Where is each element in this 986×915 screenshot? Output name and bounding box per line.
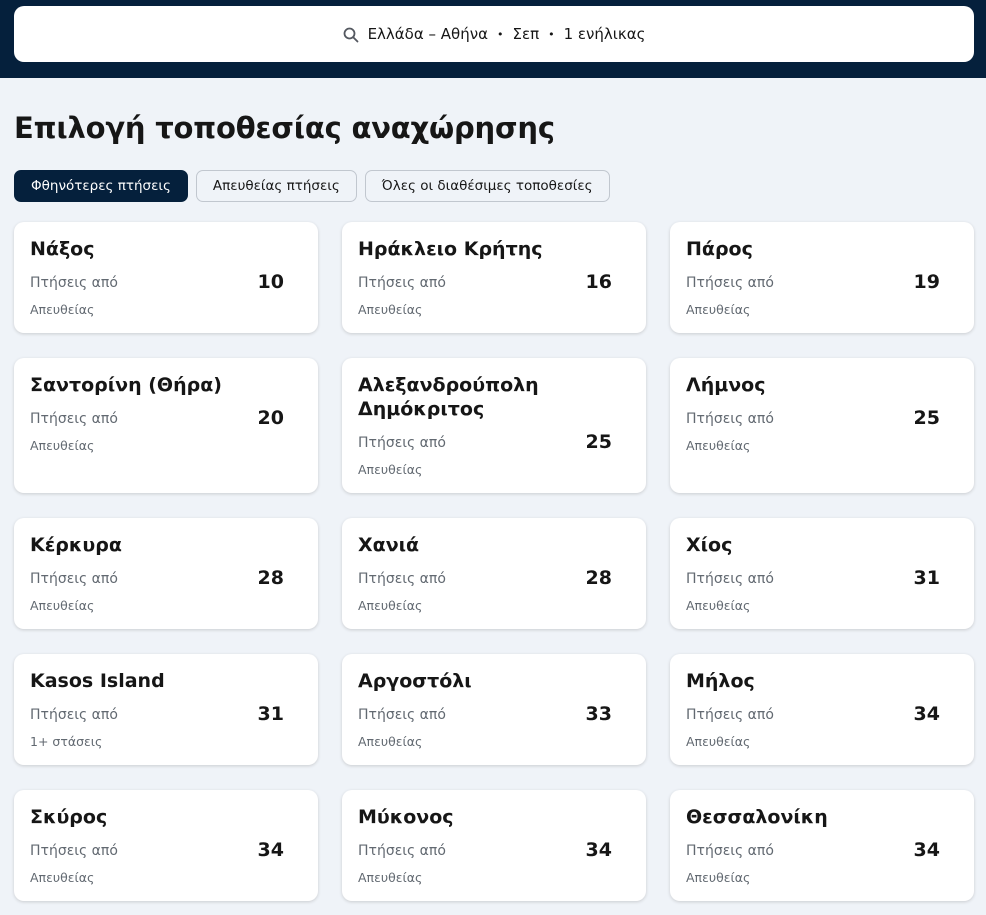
stops-label: Απευθείας — [686, 302, 751, 317]
flights-from-label: Πτήσεις από — [30, 571, 118, 587]
price-fade — [940, 704, 948, 724]
stops-label: Απευθείας — [30, 438, 95, 453]
destination-card[interactable]: Ηράκλειο Κρήτης Πτήσεις από 16 Απευθείας — [342, 222, 646, 333]
destination-card[interactable]: Σκύρος Πτήσεις από 34 Απευθείας — [14, 790, 318, 901]
price-fade — [612, 704, 620, 724]
stops-label: Απευθείας — [358, 598, 423, 613]
flights-from-label: Πτήσεις από — [686, 843, 774, 859]
top-header-bar: Ελλάδα – Αθήνα • Σεπ • 1 ενήλικας — [0, 0, 986, 78]
price-fade — [284, 840, 292, 860]
destination-card[interactable]: Μήλος Πτήσεις από 34 Απευθείας — [670, 654, 974, 765]
flights-from-label: Πτήσεις από — [358, 707, 446, 723]
destination-card[interactable]: Σαντορίνη (Θήρα) Πτήσεις από 20 Απευθεία… — [14, 358, 318, 493]
destination-price: 20 — [257, 407, 284, 429]
stops-label: Απευθείας — [30, 302, 95, 317]
destination-price: 25 — [585, 431, 612, 453]
price-fade — [284, 704, 292, 724]
stops-label: Απευθείας — [30, 598, 95, 613]
destination-card[interactable]: Χανιά Πτήσεις από 28 Απευθείας — [342, 518, 646, 629]
separator-dot: • — [497, 27, 504, 41]
destination-name: Νάξος — [30, 238, 95, 260]
search-destination: Ελλάδα – Αθήνα — [367, 25, 488, 43]
destination-card[interactable]: Kasos Island Πτήσεις από 31 1+ στάσεις — [14, 654, 318, 765]
flights-from-label: Πτήσεις από — [358, 843, 446, 859]
destination-name: Χίος — [686, 534, 733, 556]
search-summary-box[interactable]: Ελλάδα – Αθήνα • Σεπ • 1 ενήλικας — [14, 6, 974, 62]
destination-name: Λήμνος — [686, 374, 766, 396]
search-icon — [343, 27, 358, 42]
page-title: Επιλογή τοποθεσίας αναχώρησης — [14, 111, 555, 145]
destination-card[interactable]: Αργοστόλι Πτήσεις από 33 Απευθείας — [342, 654, 646, 765]
destination-price: 34 — [913, 703, 940, 725]
destination-price: 10 — [257, 271, 284, 293]
flights-from-label: Πτήσεις από — [686, 411, 774, 427]
flights-from-label: Πτήσεις από — [30, 843, 118, 859]
flights-from-label: Πτήσεις από — [686, 275, 774, 291]
price-fade — [940, 568, 948, 588]
destination-price: 19 — [913, 271, 940, 293]
search-month: Σεπ — [512, 25, 540, 43]
destination-price: 31 — [913, 567, 940, 589]
stops-label: Απευθείας — [686, 598, 751, 613]
stops-label: Απευθείας — [358, 462, 423, 477]
destination-name: Kasos Island — [30, 670, 165, 692]
destination-price: 33 — [585, 703, 612, 725]
destination-price: 31 — [257, 703, 284, 725]
destination-price: 16 — [585, 271, 612, 293]
destination-name: Μήλος — [686, 670, 755, 692]
stops-label: Απευθείας — [686, 734, 751, 749]
destination-card[interactable]: Νάξος Πτήσεις από 10 Απευθείας — [14, 222, 318, 333]
destination-name: Σκύρος — [30, 806, 108, 828]
destination-card[interactable]: Χίος Πτήσεις από 31 Απευθείας — [670, 518, 974, 629]
flights-from-label: Πτήσεις από — [358, 275, 446, 291]
destination-name: Μύκονος — [358, 806, 454, 828]
flights-from-label: Πτήσεις από — [358, 435, 446, 451]
destination-price: 34 — [585, 839, 612, 861]
destination-name: Κέρκυρα — [30, 534, 122, 556]
destination-card[interactable]: Αλεξανδρούπολη Δημόκριτος Πτήσεις από 25… — [342, 358, 646, 493]
destination-card[interactable]: Πάρος Πτήσεις από 19 Απευθείας — [670, 222, 974, 333]
destination-name: Χανιά — [358, 534, 420, 556]
filter-tabs: Φθηνότερες πτήσεις Απευθείας πτήσεις Όλε… — [14, 170, 610, 202]
search-travellers: 1 ενήλικας — [563, 25, 646, 43]
destination-price: 28 — [257, 567, 284, 589]
stops-label: Απευθείας — [30, 870, 95, 885]
destination-card[interactable]: Κέρκυρα Πτήσεις από 28 Απευθείας — [14, 518, 318, 629]
destination-price: 34 — [913, 839, 940, 861]
flights-from-label: Πτήσεις από — [30, 275, 118, 291]
destination-name: Ηράκλειο Κρήτης — [358, 238, 543, 260]
separator-dot: • — [548, 27, 555, 41]
stops-label: Απευθείας — [358, 870, 423, 885]
destination-price: 25 — [913, 407, 940, 429]
tab-all-locations[interactable]: Όλες οι διαθέσιμες τοποθεσίες — [364, 170, 610, 202]
destination-price: 28 — [585, 567, 612, 589]
destination-name: Σαντορίνη (Θήρα) — [30, 374, 222, 396]
destination-card[interactable]: Μύκονος Πτήσεις από 34 Απευθείας — [342, 790, 646, 901]
destination-card[interactable]: Λήμνος Πτήσεις από 25 Απευθείας — [670, 358, 974, 493]
destination-card[interactable]: Θεσσαλονίκη Πτήσεις από 34 Απευθείας — [670, 790, 974, 901]
stops-label: Απευθείας — [686, 870, 751, 885]
flights-from-label: Πτήσεις από — [686, 707, 774, 723]
destination-name: Αλεξανδρούπολη Δημόκριτος — [358, 374, 539, 420]
flights-from-label: Πτήσεις από — [358, 571, 446, 587]
tab-cheapest-flights[interactable]: Φθηνότερες πτήσεις — [14, 170, 188, 202]
flights-from-label: Πτήσεις από — [30, 411, 118, 427]
flights-from-label: Πτήσεις από — [686, 571, 774, 587]
stops-label: 1+ στάσεις — [30, 734, 103, 749]
stops-label: Απευθείας — [358, 302, 423, 317]
stops-label: Απευθείας — [358, 734, 423, 749]
destination-price: 34 — [257, 839, 284, 861]
destination-name: Πάρος — [686, 238, 753, 260]
flights-from-label: Πτήσεις από — [30, 707, 118, 723]
stops-label: Απευθείας — [686, 438, 751, 453]
destination-name: Θεσσαλονίκη — [686, 806, 828, 828]
destination-name: Αργοστόλι — [358, 670, 472, 692]
tab-direct-flights[interactable]: Απευθείας πτήσεις — [195, 170, 357, 202]
